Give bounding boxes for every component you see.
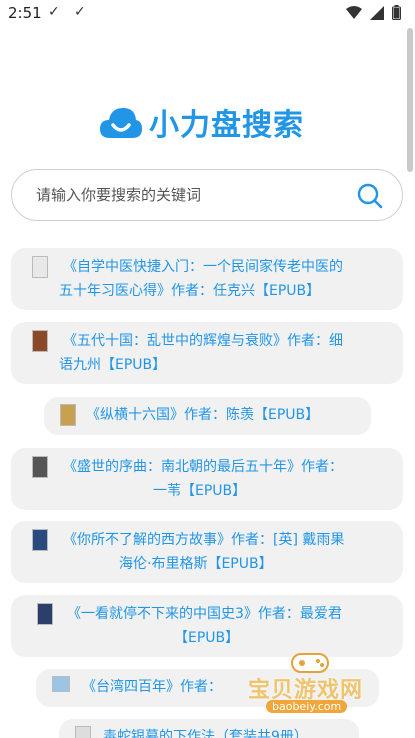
result-title-line2: 一苇【EPUB】 [153,483,247,499]
download-done-icon: ✓ [74,4,86,20]
app-logo: 小力盘搜索 [99,100,304,144]
result-item[interactable]: 《纵横十六国》作者：陈羡【EPUB】 [44,397,371,435]
scrollbar[interactable] [407,28,413,172]
result-title-line2: 海伦·布里格斯【EPUB】 [119,556,273,572]
battery-icon [392,5,401,20]
book-cover-thumbnail [32,456,48,478]
result-item[interactable]: 《你所不了解的西方故事》作者：[英] 戴雨果 海伦·布里格斯【EPUB】 [11,521,403,583]
result-title-line2: 语九州【EPUB】 [59,357,167,373]
status-bar: 2:51 ✓ ✓ [0,0,415,28]
status-time: 2:51 [8,4,42,22]
result-title-line2: 五十年习医心得》作者：任克兴【EPUB】 [59,283,321,299]
book-cover-thumbnail [60,404,76,426]
download-done-icon: ✓ [48,4,60,20]
signal-icon [370,5,384,20]
cloud-smile-icon [100,108,142,138]
result-title-line1: 《五代十国：乱世中的辉煌与衰败》作者：细 [63,333,343,349]
result-title-line2: 【EPUB】 [174,630,240,646]
book-cover-thumbnail [32,529,48,551]
result-title-line1: 《自学中医快捷入门：一个民间家传老中医的 [63,259,343,275]
book-cover-thumbnail [52,676,70,692]
status-icons [346,5,401,20]
book-cover-thumbnail [32,256,48,278]
book-cover-thumbnail [37,603,53,625]
watermark-logo: 宝贝游戏网 baobeiy.com [240,648,380,728]
result-title-line1: 《纵横十六国》作者：陈羡【EPUB】 [86,407,320,423]
result-item[interactable]: 《盛世的序曲：南北朝的最后五十年》作者： 一苇【EPUB】 [11,448,403,510]
result-item[interactable]: 《五代十国：乱世中的辉煌与衰败》作者：细 语九州【EPUB】 [11,322,403,384]
search-input[interactable] [36,170,336,220]
search-icon[interactable] [356,182,384,210]
wifi-icon [346,5,362,19]
result-title-line1: 《一看就停不下来的中国史3》作者：最爱君 [67,606,342,622]
search-box [11,169,403,221]
book-cover-thumbnail [75,726,91,738]
result-title-line1: 《台湾四百年》作者： [82,679,222,695]
result-item[interactable]: 《自学中医快捷入门：一个民间家传老中医的 五十年习医心得》作者：任克兴【EPUB… [11,248,403,310]
result-title-line1: 《盛世的序曲：南北朝的最后五十年》作者： [63,459,343,475]
app-title: 小力盘搜索 [149,108,304,143]
book-cover-thumbnail [32,330,48,352]
watermark-url: baobeiy.com [266,700,348,713]
result-title-line1: 《你所不了解的西方故事》作者：[英] 戴雨果 [63,532,345,548]
